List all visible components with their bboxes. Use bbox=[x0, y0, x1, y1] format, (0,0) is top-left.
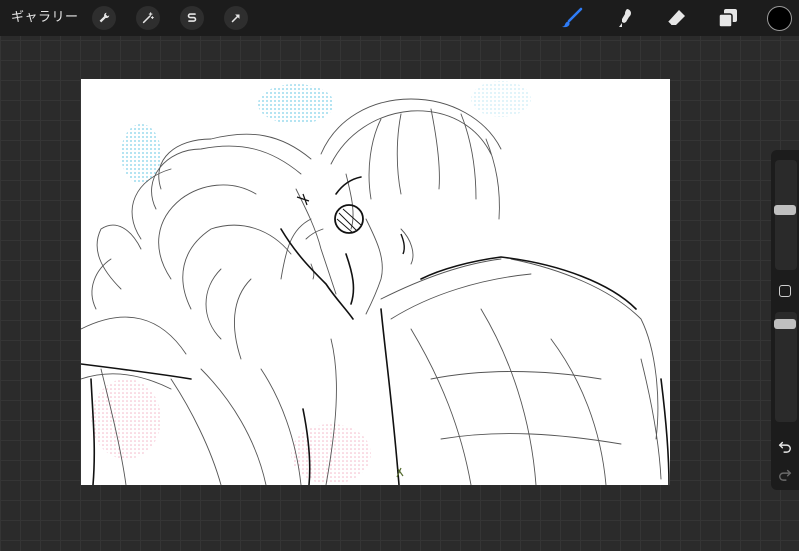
modify-button[interactable] bbox=[779, 285, 791, 297]
layers-icon bbox=[718, 9, 737, 28]
actions-button[interactable] bbox=[92, 6, 116, 30]
undo-button[interactable] bbox=[777, 438, 793, 454]
redo-button[interactable] bbox=[777, 466, 793, 482]
color-picker-button[interactable] bbox=[767, 6, 792, 31]
brush-size-handle[interactable] bbox=[774, 205, 796, 215]
smudge-icon bbox=[619, 9, 631, 27]
gallery-button[interactable]: ギャラリー bbox=[11, 8, 79, 28]
undo-icon bbox=[778, 441, 791, 453]
brush-size-slider[interactable] bbox=[775, 160, 797, 270]
brush-icon bbox=[562, 7, 583, 28]
sketch-artwork bbox=[81, 81, 670, 485]
magic-wand-icon bbox=[142, 12, 154, 24]
brush-tool-button[interactable] bbox=[559, 5, 585, 31]
smudge-tool-button[interactable] bbox=[612, 5, 638, 31]
top-toolbar: ギャラリー bbox=[0, 0, 799, 36]
selection-button[interactable] bbox=[180, 6, 204, 30]
redo-icon bbox=[779, 469, 792, 481]
arrow-cursor-icon bbox=[231, 14, 240, 23]
eraser-icon bbox=[667, 10, 685, 26]
adjustments-button[interactable] bbox=[136, 6, 160, 30]
eraser-tool-button[interactable] bbox=[663, 5, 689, 31]
side-toolbar bbox=[771, 150, 799, 490]
wrench-icon bbox=[99, 12, 110, 23]
transform-button[interactable] bbox=[224, 6, 248, 30]
drawing-canvas[interactable] bbox=[81, 79, 670, 485]
opacity-handle[interactable] bbox=[774, 319, 796, 329]
selection-s-icon bbox=[187, 13, 197, 22]
layers-button[interactable] bbox=[715, 5, 741, 31]
